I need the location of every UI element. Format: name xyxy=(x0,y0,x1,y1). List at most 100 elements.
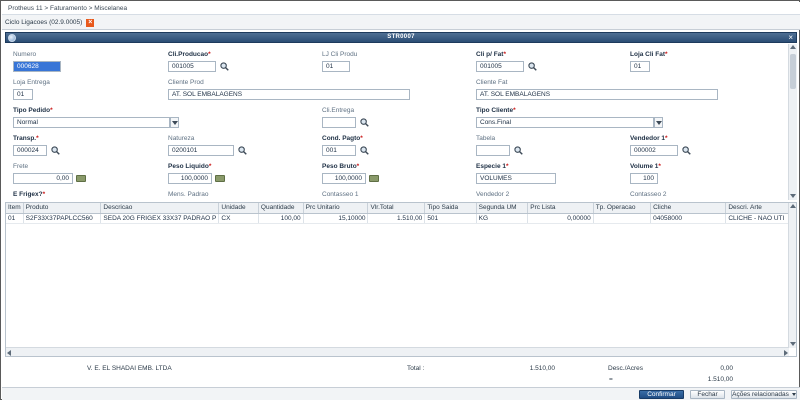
peso-liquido-input[interactable]: 100,0000 xyxy=(168,173,212,184)
final-value: 1.510,00 xyxy=(707,376,733,383)
cell-item[interactable]: 01 xyxy=(6,213,24,224)
label-volume-1: Volume 1* xyxy=(630,163,661,170)
search-icon[interactable] xyxy=(682,146,691,155)
scroll-up-icon[interactable] xyxy=(790,204,796,208)
cell-quantidade[interactable]: 100,00 xyxy=(258,213,304,224)
cli-producao-input[interactable]: 001005 xyxy=(168,61,216,72)
cell-cliche[interactable]: 04058000 xyxy=(650,213,727,224)
field-contasseo-2: Contasseo 2 xyxy=(630,191,667,200)
label-cli-entrega: Cli.Entrega xyxy=(322,107,355,114)
related-actions-label: Ações relacionadas xyxy=(732,391,789,398)
column-header[interactable]: Cliche xyxy=(650,203,727,214)
cell-unidade[interactable]: CX xyxy=(218,213,259,224)
window-title: STR0007 xyxy=(387,34,415,40)
column-header[interactable]: Prc Lista xyxy=(527,203,594,214)
loja-cli-fat-input[interactable]: 01 xyxy=(630,61,650,72)
cell-descricao[interactable]: SEDA 20G FRIGEX 33X37 PADRAO P xyxy=(100,213,220,224)
cli-entrega-input[interactable] xyxy=(322,117,356,128)
column-header[interactable]: Segunda UM xyxy=(476,203,529,214)
cell-prc-unitario[interactable]: 15,10000 xyxy=(303,213,369,224)
field-cli-producao: Cli.Producao* xyxy=(168,51,211,60)
close-icon[interactable]: × xyxy=(86,18,95,27)
label-cliente-fat: Cliente Fat xyxy=(476,79,508,86)
chevron-down-icon[interactable] xyxy=(654,117,663,128)
window-close-icon[interactable]: × xyxy=(788,33,793,42)
cell-tp-operacao[interactable] xyxy=(593,213,652,224)
search-icon[interactable] xyxy=(528,62,537,71)
scroll-down-icon[interactable] xyxy=(790,194,796,198)
field-volume-1: Volume 1* xyxy=(630,163,661,172)
loja-entrega-input[interactable]: 01 xyxy=(13,89,33,100)
total-label: Total : xyxy=(407,365,425,372)
cell-prc-lista[interactable]: 0,00000 xyxy=(527,213,594,224)
vendedor-1-input[interactable]: 000002 xyxy=(630,145,678,156)
tabela-input[interactable] xyxy=(476,145,510,156)
scroll-down-icon[interactable] xyxy=(790,342,796,346)
tipo-pedido-select[interactable]: Normal xyxy=(13,117,170,128)
grid-vertical-scrollbar[interactable] xyxy=(788,203,796,348)
lj-cli-produ-input[interactable]: 01 xyxy=(322,61,350,72)
cell-segunda-um[interactable]: KG xyxy=(476,213,529,224)
chevron-down-icon[interactable] xyxy=(170,117,179,128)
search-icon[interactable] xyxy=(220,62,229,71)
calculator-icon[interactable] xyxy=(215,175,225,182)
search-icon[interactable] xyxy=(360,146,369,155)
grid-horizontal-scrollbar[interactable] xyxy=(6,347,789,356)
form-scrollbar[interactable] xyxy=(788,44,797,200)
cell-vlr-total[interactable]: 1.510,00 xyxy=(367,213,426,224)
field-cli-entrega: Cli.Entrega xyxy=(322,107,354,116)
search-icon[interactable] xyxy=(51,146,60,155)
column-header[interactable]: Tp. Operacao xyxy=(593,203,652,214)
scroll-left-icon[interactable] xyxy=(7,350,11,356)
scroll-right-icon[interactable] xyxy=(784,350,788,356)
column-header[interactable]: Descri. Arte xyxy=(725,203,796,214)
table-row[interactable]: 01 S2F33X37PAPLCC560 SEDA 20G FRIGEX 33X… xyxy=(6,213,796,224)
tipo-cliente-select[interactable]: Cons.Final xyxy=(476,117,654,128)
cli-fat-input[interactable]: 001005 xyxy=(476,61,524,72)
peso-bruto-input[interactable]: 100,0000 xyxy=(322,173,366,184)
cell-descri-arte[interactable]: CLICHE - NAO UTI xyxy=(725,213,796,224)
column-header[interactable]: Vlr.Total xyxy=(367,203,426,214)
column-header[interactable]: Descricao xyxy=(100,203,220,214)
items-table: Item Produto Descricao Unidade Quantidad… xyxy=(6,203,796,224)
label-cli-producao: Cli.Producao* xyxy=(168,51,211,58)
column-header[interactable]: Item xyxy=(6,203,24,214)
column-header[interactable]: Prc Unitario xyxy=(303,203,369,214)
numero-input[interactable]: 000628 xyxy=(13,61,61,72)
cliente-fat-input[interactable]: AT. SOL EMBALAGENS xyxy=(476,89,718,100)
scroll-up-icon[interactable] xyxy=(790,45,796,49)
label-vendedor-2: Vendedor 2 xyxy=(476,191,510,198)
cliente-prod-input[interactable]: AT. SOL EMBALAGENS xyxy=(168,89,410,100)
especie-1-input[interactable]: VOLUMES xyxy=(476,173,556,184)
column-header[interactable]: Unidade xyxy=(218,203,259,214)
app-frame: Protheus 11 > Faturamento > Miscelanea C… xyxy=(0,0,800,400)
field-peso-bruto: Peso Bruto* xyxy=(322,163,359,172)
frete-input[interactable]: 0,00 xyxy=(13,173,73,184)
equals-sign: = xyxy=(609,376,613,383)
cell-tipo-saida[interactable]: 501 xyxy=(424,213,477,224)
column-header[interactable]: Tipo Saida xyxy=(424,203,477,214)
client-name: V. E. EL SHADAI EMB. LTDA xyxy=(87,365,172,372)
confirm-button[interactable]: Confirmar xyxy=(639,390,684,399)
field-cliente-prod: Cliente Prod xyxy=(168,79,204,88)
tab-ciclo-ligacoes[interactable]: Ciclo Ligacoes (02.9.0005) × xyxy=(5,17,95,28)
column-header[interactable]: Produto xyxy=(23,203,102,214)
label-frete: Frete xyxy=(13,163,29,170)
close-button[interactable]: Fechar xyxy=(690,390,725,399)
cond-pagto-input[interactable]: 001 xyxy=(322,145,356,156)
natureza-input[interactable]: 0200101 xyxy=(168,145,234,156)
label-especie-1: Especie 1* xyxy=(476,163,509,170)
volume-1-input[interactable]: 100 xyxy=(630,173,658,184)
calculator-icon[interactable] xyxy=(76,175,86,182)
field-especie-1: Especie 1* xyxy=(476,163,509,172)
search-icon[interactable] xyxy=(360,118,369,127)
search-icon[interactable] xyxy=(514,146,523,155)
calculator-icon[interactable] xyxy=(369,175,379,182)
column-header[interactable]: Quantidade xyxy=(258,203,304,214)
cell-produto[interactable]: S2F33X37PAPLCC560 xyxy=(23,213,102,224)
scroll-thumb[interactable] xyxy=(790,54,796,89)
related-actions-button[interactable]: Ações relacionadas xyxy=(731,390,797,399)
search-icon[interactable] xyxy=(238,146,247,155)
tab-label: Ciclo Ligacoes (02.9.0005) xyxy=(5,19,83,26)
transp-input[interactable]: 000024 xyxy=(13,145,47,156)
